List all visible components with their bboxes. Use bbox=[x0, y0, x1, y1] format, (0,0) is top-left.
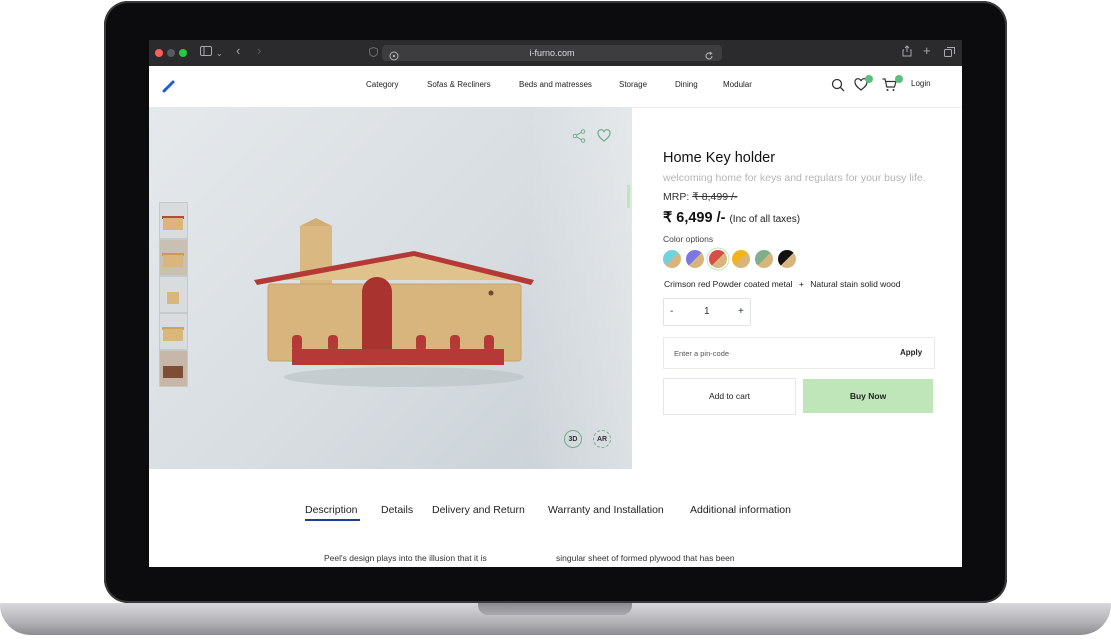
color-swatch-violet[interactable] bbox=[686, 250, 704, 268]
wishlist-count-badge bbox=[865, 75, 873, 83]
tab-additional-information[interactable]: Additional information bbox=[690, 504, 791, 516]
sidebar-toggle-icon[interactable] bbox=[200, 45, 212, 61]
active-tab-underline bbox=[305, 519, 360, 521]
pen-logo-icon[interactable] bbox=[162, 79, 176, 98]
thumbnail-2[interactable] bbox=[159, 239, 188, 276]
zoom-window-dot[interactable] bbox=[179, 49, 187, 57]
scroll-indicator bbox=[627, 185, 630, 208]
color-options-label: Color options bbox=[663, 234, 714, 244]
nav-beds-matresses[interactable]: Beds and matresses bbox=[519, 80, 592, 89]
buy-now-button[interactable]: Buy Now bbox=[803, 379, 933, 413]
color-swatch-cyan[interactable] bbox=[663, 250, 681, 268]
tab-warranty-installation[interactable]: Warranty and Installation bbox=[548, 504, 664, 516]
mrp-value: ₹ 8,499 /- bbox=[692, 191, 738, 203]
view-3d-button[interactable]: 3D bbox=[564, 430, 582, 448]
thumbnail-5[interactable] bbox=[159, 350, 188, 387]
new-tab-icon[interactable]: + bbox=[923, 43, 931, 59]
price-value: ₹ 6,499 /- bbox=[663, 210, 726, 226]
browser-toolbar: ⌄ ‹ › i-furno.com + bbox=[149, 40, 962, 66]
variant-separator: + bbox=[798, 279, 804, 289]
add-to-cart-button[interactable]: Add to cart bbox=[663, 378, 796, 415]
qty-increase-button[interactable]: + bbox=[738, 299, 744, 325]
nav-dining[interactable]: Dining bbox=[675, 80, 698, 89]
close-window-dot[interactable] bbox=[155, 49, 163, 57]
cart-count-badge bbox=[895, 75, 903, 83]
nav-storage[interactable]: Storage bbox=[619, 80, 647, 89]
pincode-input[interactable] bbox=[674, 346, 874, 360]
tab-overview-icon[interactable] bbox=[944, 46, 955, 62]
search-icon[interactable] bbox=[831, 78, 845, 97]
tab-description[interactable]: Description bbox=[305, 504, 358, 516]
privacy-shield-icon bbox=[369, 46, 378, 62]
login-link[interactable]: Login bbox=[911, 79, 931, 88]
variant-metal: Crimson red Powder coated metal bbox=[664, 279, 793, 289]
view-ar-button[interactable]: AR bbox=[593, 430, 611, 448]
url-text: i-furno.com bbox=[529, 48, 575, 58]
site-header: Category Sofas & Recliners Beds and matr… bbox=[149, 66, 962, 108]
tab-delivery-return[interactable]: Delivery and Return bbox=[432, 504, 525, 516]
minimize-window-dot[interactable] bbox=[167, 49, 175, 57]
product-subtitle: welcoming home for keys and regulars for… bbox=[663, 172, 926, 184]
product-title: Home Key holder bbox=[663, 150, 776, 166]
mrp-label: MRP: bbox=[663, 191, 690, 203]
chevron-down-icon[interactable]: ⌄ bbox=[216, 46, 223, 62]
pincode-box: Apply bbox=[663, 337, 935, 369]
variant-wood: Natural stain solid wood bbox=[810, 279, 901, 289]
color-swatch-yellow[interactable] bbox=[732, 250, 750, 268]
description-column-2: singular sheet of formed plywood that ha… bbox=[556, 553, 735, 563]
tab-details[interactable]: Details bbox=[381, 504, 413, 516]
nav-category[interactable]: Category bbox=[366, 80, 398, 89]
quantity-stepper: - 1 + bbox=[663, 298, 751, 326]
description-column-1: Peel's design plays into the illusion th… bbox=[324, 553, 487, 563]
color-swatch-sage-green[interactable] bbox=[755, 250, 773, 268]
mrp-line: MRP: ₹ 8,499 /- bbox=[663, 191, 737, 203]
thumbnail-4[interactable] bbox=[159, 313, 188, 350]
nav-sofas-recliners[interactable]: Sofas & Recliners bbox=[427, 80, 491, 89]
back-icon[interactable]: ‹ bbox=[236, 43, 240, 59]
thumbnail-1[interactable] bbox=[159, 202, 188, 239]
variant-description: Crimson red Powder coated metal + Natura… bbox=[664, 279, 900, 289]
thumbnail-3[interactable] bbox=[159, 276, 188, 313]
price-tax-note: (Inc of all taxes) bbox=[729, 214, 801, 225]
reload-icon[interactable] bbox=[704, 48, 714, 66]
laptop-hinge-notch bbox=[478, 603, 632, 615]
share-icon[interactable] bbox=[902, 45, 912, 62]
key-holder-product-image bbox=[254, 218, 534, 387]
color-swatch-black[interactable] bbox=[778, 250, 796, 268]
address-bar[interactable]: i-furno.com bbox=[382, 45, 722, 61]
qty-value[interactable]: 1 bbox=[704, 299, 710, 325]
share-product-icon[interactable] bbox=[572, 129, 586, 148]
favorite-heart-icon[interactable] bbox=[597, 129, 611, 147]
price-line: ₹ 6,499 /- (Inc of all taxes) bbox=[663, 210, 800, 226]
apply-button[interactable]: Apply bbox=[900, 338, 922, 368]
browser-screen: ⌄ ‹ › i-furno.com + Category Sofas & Rec bbox=[149, 40, 962, 567]
qty-decrease-button[interactable]: - bbox=[670, 299, 673, 325]
nav-modular[interactable]: Modular bbox=[723, 80, 752, 89]
product-gallery: 3D AR bbox=[149, 107, 632, 469]
color-swatch-crimson-red[interactable] bbox=[709, 250, 727, 268]
forward-icon[interactable]: › bbox=[257, 43, 261, 59]
